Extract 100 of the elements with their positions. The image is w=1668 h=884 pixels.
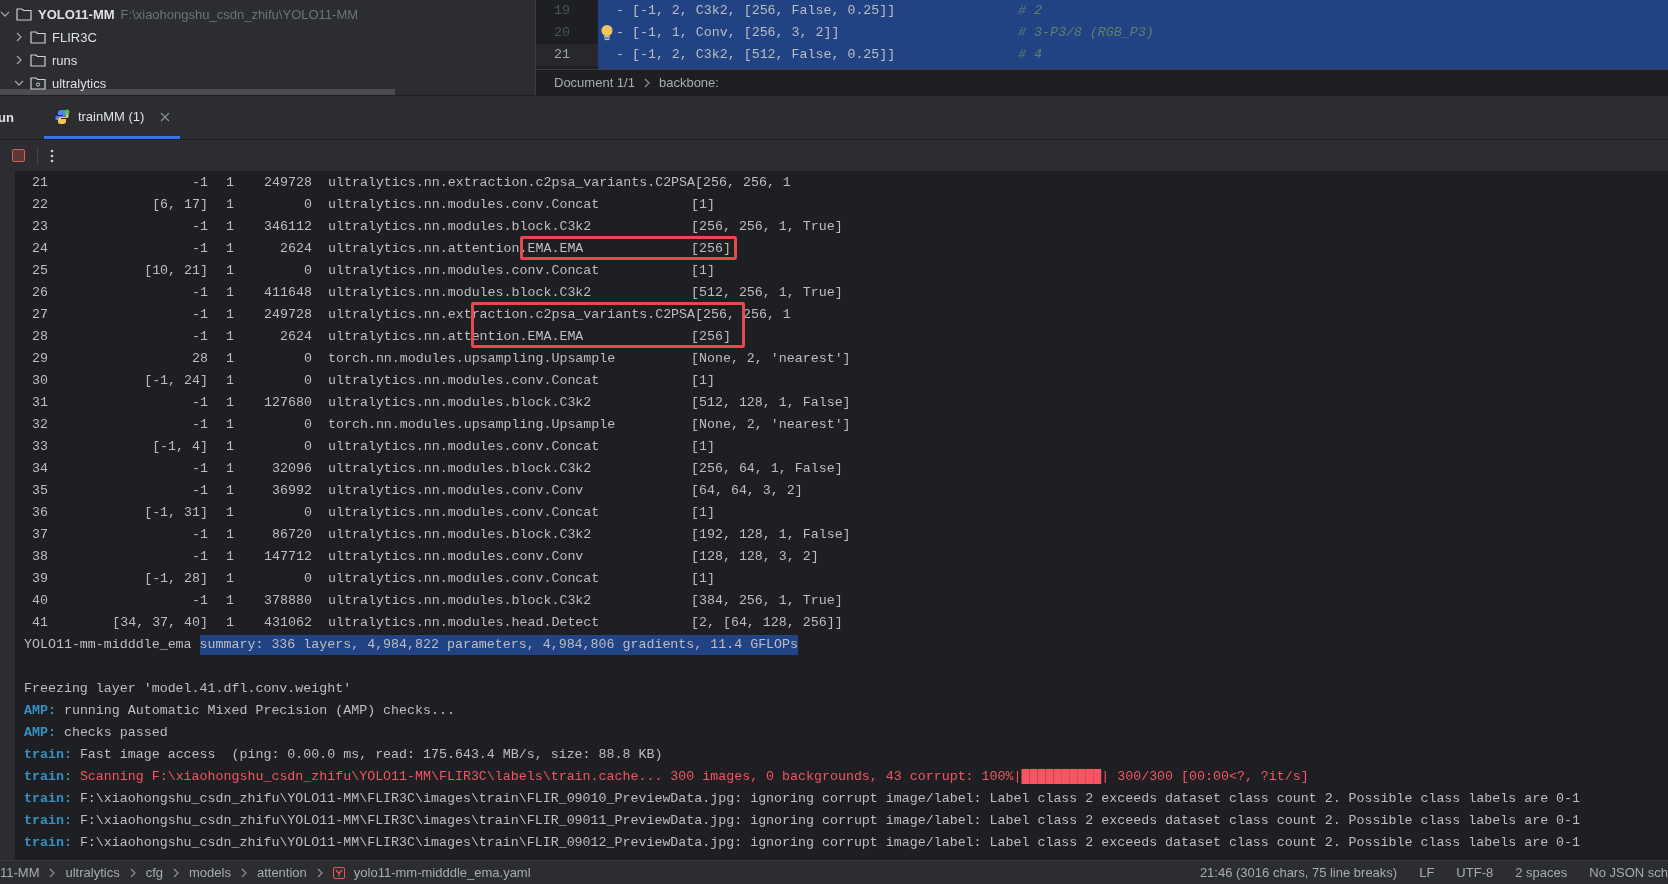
status-item[interactable]: 2 spaces bbox=[1515, 862, 1568, 883]
breadcrumb[interactable]: backbone: bbox=[658, 72, 719, 93]
model-name: YOLO11-mm-midddle_ema bbox=[24, 636, 192, 655]
table-cell-text: 41 bbox=[31, 614, 49, 633]
table-cell-text: -1 bbox=[191, 482, 208, 501]
table-cell-text: 0 bbox=[303, 262, 312, 281]
path-item[interactable]: models bbox=[189, 862, 231, 883]
table-cell-text: 0 bbox=[303, 196, 312, 215]
project-path: F:\xiaohongshu_csdn_zhifu\YOLO11-MM bbox=[120, 5, 359, 24]
table-cell-text: 411648 bbox=[263, 284, 312, 303]
table-cell-text: 23 bbox=[31, 218, 49, 237]
log-tag: AMP: bbox=[24, 701, 56, 721]
breadcrumb[interactable]: Document 1/1 bbox=[554, 72, 635, 93]
table-cell-text: torch.nn.modules.upsampling.Upsample bbox=[328, 416, 616, 435]
table-cell-text: 1 bbox=[226, 614, 234, 633]
path-item[interactable]: attention bbox=[256, 862, 307, 883]
table-cell-text: 21 bbox=[31, 174, 49, 193]
table-cell-text: 0 bbox=[303, 416, 312, 435]
table-cell-text: [256, 256, 1 bbox=[695, 306, 791, 325]
table-cell-text: 346112 bbox=[263, 218, 312, 237]
code-comment: # 2 bbox=[1018, 2, 1042, 21]
table-cell-text: -1 bbox=[191, 460, 208, 479]
table-cell-text: -1 bbox=[191, 592, 208, 611]
more-options-icon[interactable] bbox=[50, 148, 54, 163]
status-item[interactable]: 21:46 (3016 chars, 75 line breaks) bbox=[1199, 862, 1398, 883]
table-cell-text: 1 bbox=[226, 416, 234, 435]
log-line: running Automatic Mixed Precision (AMP) checks... bbox=[63, 702, 455, 721]
log-tag: train: bbox=[24, 767, 72, 787]
scrollbar[interactable] bbox=[0, 89, 395, 95]
status-item[interactable]: UTF-8 bbox=[1456, 862, 1494, 883]
status-item[interactable]: No JSON sch bbox=[1589, 862, 1668, 883]
status-item[interactable]: LF bbox=[1419, 862, 1435, 883]
table-cell-text: 1 bbox=[226, 504, 234, 523]
yaml-file-icon bbox=[332, 866, 345, 879]
table-cell-text: 37 bbox=[31, 526, 49, 545]
table-cell-text: 34 bbox=[31, 460, 49, 479]
table-cell-text: [None, 2, 'nearest'] bbox=[691, 350, 851, 369]
code-line: - [-1, 2, C3k2, [512, False, 0.25]] bbox=[616, 46, 897, 65]
table-cell-text: 25 bbox=[31, 262, 49, 281]
stop-button[interactable] bbox=[12, 149, 25, 162]
tree-item[interactable]: runs bbox=[52, 50, 78, 71]
table-cell-text: ultralytics.nn.modules.block.C3k2 bbox=[328, 284, 592, 303]
chevron-right-icon[interactable] bbox=[14, 32, 24, 43]
table-cell-text: ultralytics.nn.extraction.c2psa_variants.C2PSA bbox=[328, 174, 696, 193]
table-cell-text: ultralytics.nn.modules.block.C3k2 bbox=[328, 592, 592, 611]
table-cell-text: ultralytics.nn.modules.block.C3k2 bbox=[328, 218, 592, 237]
table-cell-text: 2624 bbox=[279, 328, 312, 347]
table-cell-text: 32096 bbox=[271, 460, 312, 479]
table-cell-text: ultralytics.nn.modules.conv.Concat bbox=[328, 372, 600, 391]
chevron-right-icon bbox=[128, 867, 137, 878]
path-item[interactable]: ultralytics bbox=[65, 862, 120, 883]
code-line: - [-1, 2, C3k2, [256, False, 0.25]] bbox=[616, 2, 897, 21]
table-cell-text: [512, 256, 1, True] bbox=[691, 284, 843, 303]
table-cell-text: 2624 bbox=[279, 240, 312, 259]
table-cell-text: 0 bbox=[303, 350, 312, 369]
table-cell-text: 38 bbox=[31, 548, 49, 567]
path-item[interactable]: 11-MM bbox=[0, 862, 40, 883]
table-cell-text: 431062 bbox=[263, 614, 312, 633]
tree-item[interactable]: YOLO11-MM bbox=[38, 4, 115, 25]
table-cell-text: [256] bbox=[691, 328, 731, 347]
log-line: Freezing layer 'model.41.dfl.conv.weight' bbox=[24, 680, 352, 699]
table-cell-text: [1] bbox=[691, 438, 715, 457]
table-cell-text: 0 bbox=[303, 504, 312, 523]
folder-icon bbox=[30, 53, 46, 68]
table-cell-text: [64, 64, 3, 2] bbox=[691, 482, 803, 501]
table-cell-text: 39 bbox=[31, 570, 49, 589]
table-cell-text: 1 bbox=[226, 328, 234, 347]
table-cell-text: 1 bbox=[226, 394, 234, 413]
table-cell-text: 249728 bbox=[263, 306, 312, 325]
table-cell-text: 27 bbox=[31, 306, 49, 325]
table-cell-text: 1 bbox=[226, 570, 234, 589]
table-cell-text: 1 bbox=[226, 592, 234, 611]
folder-icon bbox=[16, 7, 32, 22]
chevron-right-icon[interactable] bbox=[14, 55, 24, 66]
table-cell-text: [384, 256, 1, True] bbox=[691, 592, 843, 611]
table-cell-text: [-1, 28] bbox=[143, 570, 208, 589]
table-cell-text: 0 bbox=[303, 570, 312, 589]
tree-item[interactable]: FLIR3C bbox=[52, 27, 97, 48]
table-cell-text: -1 bbox=[191, 394, 208, 413]
tree-item[interactable]: ultralytics bbox=[52, 73, 107, 94]
path-item[interactable]: yolo11-mm-midddle_ema.yaml bbox=[353, 862, 531, 883]
table-cell-text: ultralytics.nn.modules.conv.Concat bbox=[328, 196, 600, 215]
path-item[interactable]: cfg bbox=[145, 862, 163, 883]
table-cell-text: ultralytics.nn.modules.conv.Conv bbox=[328, 482, 584, 501]
close-icon[interactable] bbox=[160, 111, 171, 122]
table-cell-text: -1 bbox=[191, 328, 208, 347]
table-cell-text: -1 bbox=[191, 240, 208, 259]
table-cell-text: 147712 bbox=[263, 548, 312, 567]
table-cell-text: 36 bbox=[31, 504, 49, 523]
table-cell-text: 1 bbox=[226, 306, 234, 325]
table-cell-text: [1] bbox=[691, 196, 715, 215]
table-cell-text: 22 bbox=[31, 196, 49, 215]
table-cell-text: 1 bbox=[226, 174, 234, 193]
table-cell-text: 1 bbox=[226, 526, 234, 545]
table-cell-text: [256, 64, 1, False] bbox=[691, 460, 843, 479]
table-cell-text: ultralytics.nn.modules.conv.Concat bbox=[328, 504, 600, 523]
table-cell-text: [256] bbox=[691, 240, 731, 259]
lightbulb-icon[interactable] bbox=[600, 24, 614, 42]
table-cell-text: [128, 128, 3, 2] bbox=[691, 548, 819, 567]
table-cell-text: ultralytics.nn.modules.block.C3k2 bbox=[328, 460, 592, 479]
